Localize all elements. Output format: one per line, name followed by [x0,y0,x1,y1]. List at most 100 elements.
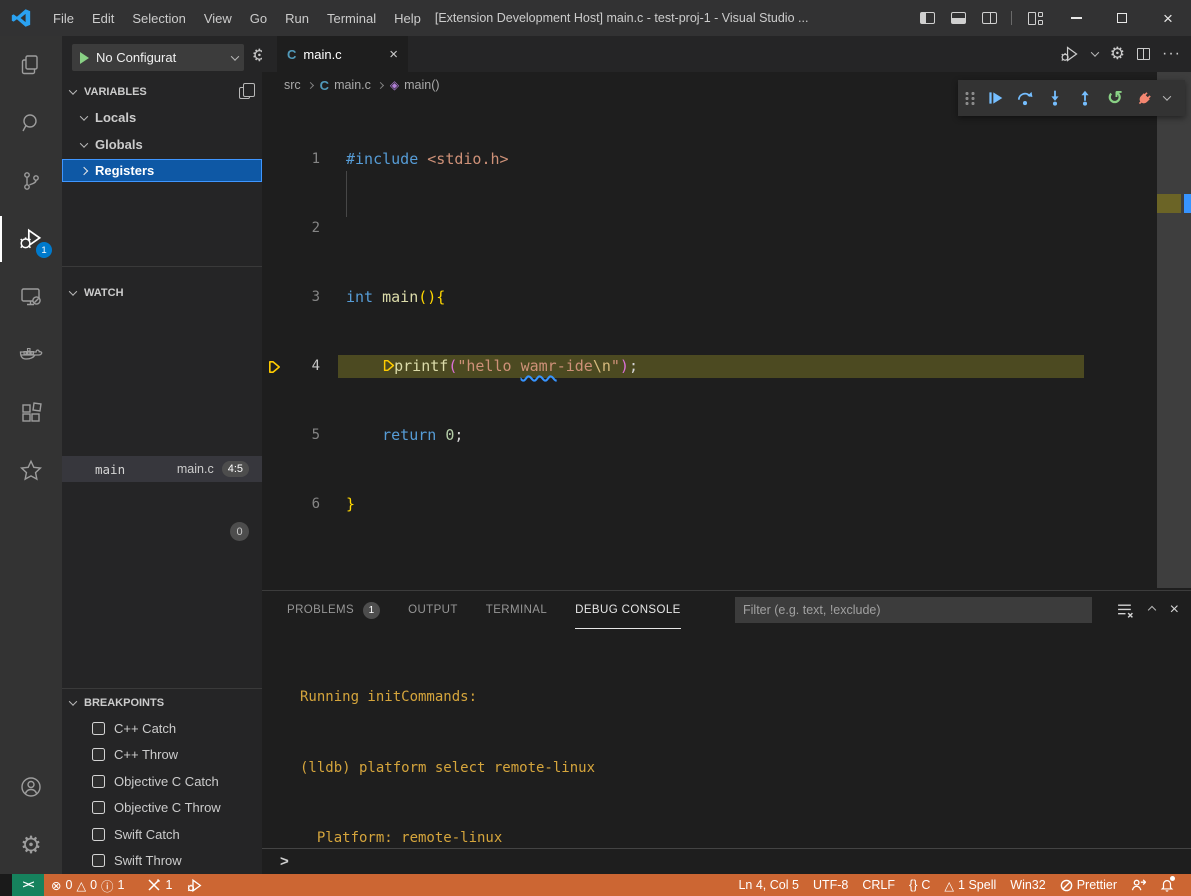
menu-edit[interactable]: Edit [83,0,123,36]
gripper-icon[interactable] [964,91,976,105]
spell-status[interactable]: △ 1 Spell [944,878,996,893]
encoding-status[interactable]: UTF-8 [813,878,848,892]
sidebar-item-explorer[interactable] [0,36,62,94]
feedback-button[interactable] [1131,878,1146,892]
debug-current-line-arrow-icon[interactable] [267,359,282,375]
checkbox-unchecked[interactable] [92,722,105,735]
line-number[interactable]: 1 [294,148,320,171]
eol-status[interactable]: CRLF [862,878,895,892]
console-filter-input[interactable] [735,597,1092,623]
line-number[interactable]: 6 [294,493,320,516]
split-editor-icon[interactable] [1137,48,1150,60]
checkbox-unchecked[interactable] [92,748,105,761]
step-over-button[interactable] [1012,85,1038,111]
line-number[interactable]: 5 [294,424,320,447]
sidebar-item-docker[interactable] [0,326,62,384]
close-panel-icon[interactable]: × [1170,601,1179,619]
remote-indicator[interactable]: >< [12,874,44,896]
breadcrumb-folder[interactable]: src [284,78,301,92]
disconnect-button[interactable] [1132,85,1158,111]
breakpoint-row[interactable]: C++ Throw [62,741,262,767]
restart-button[interactable]: ↺ [1102,85,1128,111]
breadcrumb-file[interactable]: main.c [334,78,371,92]
menu-view[interactable]: View [195,0,241,36]
chevron-down-icon[interactable] [1163,92,1171,100]
breakpoint-row[interactable]: Objective C Catch [62,768,262,794]
call-stack-frame-row[interactable]: main main.c 4:5 [62,456,262,482]
sidebar-item-star[interactable] [0,442,62,500]
debug-toolbar[interactable]: ↺ [958,80,1185,116]
breakpoint-row[interactable]: C++ Catch [62,715,262,741]
code-editor[interactable]: 1 #include <stdio.h> 2 3 int main(){ 4 [262,102,1157,562]
variables-section-header[interactable]: VARIABLES [62,80,262,103]
tab-output[interactable]: OUTPUT [408,591,458,629]
sidebar-item-run-and-debug[interactable]: 1 [0,210,62,268]
tab-main-c[interactable]: C main.c × [277,36,408,72]
settings-button[interactable]: ⚙ [0,816,62,874]
breakpoints-section-header[interactable]: BREAKPOINTS [62,691,262,714]
menu-go[interactable]: Go [241,0,276,36]
minimize-button[interactable] [1053,0,1099,36]
maximize-panel-icon[interactable] [1147,606,1155,614]
run-debug-action-icon[interactable] [1060,45,1080,63]
checkbox-unchecked[interactable] [92,828,105,841]
breadcrumb-symbol[interactable]: main() [404,78,439,92]
tab-problems[interactable]: PROBLEMS 1 [287,591,380,629]
debug-configuration-dropdown[interactable]: No Configurat [72,44,244,71]
start-debug-icon[interactable] [80,52,89,64]
console-prompt[interactable]: > [280,853,289,870]
line-number[interactable]: 3 [294,286,320,309]
formatter-status[interactable]: Prettier [1060,878,1117,892]
variables-scope-registers[interactable]: Registers [62,159,262,182]
variables-scope-globals[interactable]: Globals [62,133,262,156]
copy-icon[interactable] [239,87,250,99]
breakpoint-row[interactable]: Swift Throw [62,847,262,873]
toggle-panel-icon[interactable] [951,12,966,24]
variables-scope-locals[interactable]: Locals [62,106,262,129]
step-out-button[interactable] [1072,85,1098,111]
menu-run[interactable]: Run [276,0,318,36]
language-mode[interactable]: {} C [909,878,930,892]
sidebar-item-source-control[interactable] [0,152,62,210]
continue-button[interactable] [982,85,1008,111]
step-into-button[interactable] [1042,85,1068,111]
debug-status[interactable] [187,878,203,893]
menu-terminal[interactable]: Terminal [318,0,385,36]
line-number[interactable]: 4 [294,355,320,378]
tab-debug-console[interactable]: DEBUG CONSOLE [575,591,681,629]
debug-console-output[interactable]: Running initCommands: (lldb) platform se… [262,639,1191,896]
toggle-secondary-sidebar-icon[interactable] [982,12,997,24]
menu-help[interactable]: Help [385,0,430,36]
tab-terminal[interactable]: TERMINAL [486,591,547,629]
more-actions-icon[interactable]: ··· [1162,45,1181,63]
notifications-bell[interactable] [1160,878,1174,892]
problems-status[interactable]: ⊗ 0 △ 0 ⓘ 1 [51,876,124,895]
clear-console-icon[interactable] [1117,603,1134,618]
c-language-icon: C [287,47,296,62]
breakpoint-row[interactable]: Objective C Throw [62,794,262,820]
accounts-button[interactable] [0,758,62,816]
sidebar-item-remote-explorer[interactable] [0,268,62,326]
maximize-button[interactable] [1099,0,1145,36]
checkbox-unchecked[interactable] [92,775,105,788]
checkbox-unchecked[interactable] [92,801,105,814]
cursor-position[interactable]: Ln 4, Col 5 [738,878,798,892]
chevron-down-icon[interactable] [1091,48,1099,56]
customize-layout-icon[interactable] [1028,12,1043,25]
tools-status[interactable]: 1 [147,878,172,892]
line-number[interactable]: 2 [294,217,320,240]
close-button[interactable]: × [1145,0,1191,36]
toggle-sidebar-icon[interactable] [920,12,935,24]
sidebar-item-extensions[interactable] [0,384,62,442]
close-tab-icon[interactable]: × [389,46,398,63]
breakpoint-row[interactable]: Swift Catch [62,821,262,847]
overview-ruler[interactable] [1157,72,1191,588]
menu-selection[interactable]: Selection [123,0,194,36]
menu-file[interactable]: File [44,0,83,36]
platform-status[interactable]: Win32 [1010,878,1045,892]
sidebar-item-search[interactable] [0,94,62,152]
watch-section-header[interactable]: WATCH [62,281,262,304]
debug-settings-gear-icon[interactable]: ⚙ [252,48,262,65]
gear-icon[interactable]: ⚙ [1110,46,1125,63]
checkbox-unchecked[interactable] [92,854,105,867]
